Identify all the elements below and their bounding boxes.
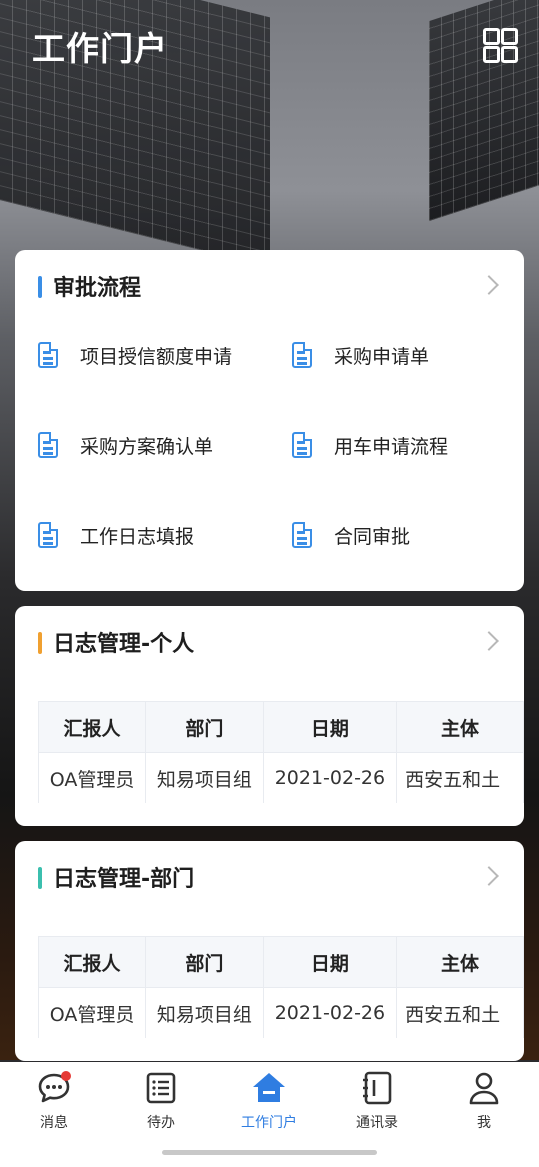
column-header: 汇报人 <box>38 701 147 753</box>
column-header: 日期 <box>262 936 398 988</box>
table-header-row: 汇报人 部门 日期 主体 <box>38 701 524 753</box>
tab-contacts[interactable]: 通讯录 <box>327 1062 427 1142</box>
accent-bar <box>38 867 42 889</box>
log-table-scroll[interactable]: 汇报人 部门 日期 主体 OA管理员 知易项目组 2021-02-26 西安五和… <box>38 936 524 1038</box>
tab-label: 消息 <box>40 1115 68 1131</box>
document-icon <box>38 432 58 458</box>
document-icon <box>38 342 58 368</box>
column-header: 部门 <box>145 701 264 753</box>
column-header: 日期 <box>262 701 398 753</box>
chevron-right-icon[interactable] <box>479 866 499 886</box>
table-cell: 西安五和土 <box>396 987 524 1038</box>
document-icon <box>292 522 312 548</box>
tab-work-portal[interactable]: 工作门户 <box>219 1062 319 1142</box>
log-department-header[interactable]: 日志管理-部门 <box>15 841 524 913</box>
approval-item[interactable]: 项目授信额度申请 <box>38 342 278 382</box>
table-cell: 知易项目组 <box>145 987 264 1038</box>
column-header: 部门 <box>145 936 264 988</box>
log-personal-header[interactable]: 日志管理-个人 <box>15 606 524 678</box>
approval-item[interactable]: 采购申请单 <box>292 342 512 382</box>
card-title: 日志管理-部门 <box>53 867 195 892</box>
document-icon <box>38 522 58 548</box>
approval-item-label: 采购方案确认单 <box>80 436 214 458</box>
table-cell: 2021-02-26 <box>262 752 398 803</box>
chevron-right-icon[interactable] <box>479 275 499 295</box>
tab-label: 待办 <box>147 1115 175 1131</box>
column-header: 汇报人 <box>38 936 147 988</box>
chat-bubble-icon <box>38 1071 71 1103</box>
column-header: 主体 <box>396 701 524 753</box>
approval-item[interactable]: 采购方案确认单 <box>38 432 278 472</box>
document-icon <box>292 342 312 368</box>
table-cell: OA管理员 <box>38 752 147 803</box>
tab-label: 通讯录 <box>356 1115 398 1131</box>
tab-label: 我 <box>477 1115 491 1131</box>
approval-item[interactable]: 用车申请流程 <box>292 432 512 472</box>
tab-label: 工作门户 <box>241 1115 297 1131</box>
log-table-scroll[interactable]: 汇报人 部门 日期 主体 OA管理员 知易项目组 2021-02-26 西安五和… <box>38 701 524 803</box>
table-row[interactable]: OA管理员 知易项目组 2021-02-26 西安五和土 <box>38 987 524 1038</box>
approval-item-label: 用车申请流程 <box>334 436 449 458</box>
accent-bar <box>38 632 42 654</box>
header: 工作门户 <box>0 0 539 86</box>
log-department-card: 日志管理-部门 汇报人 部门 日期 主体 OA管理员 知易项目组 2021-02… <box>15 841 524 1061</box>
table-cell: OA管理员 <box>38 987 147 1038</box>
log-table: 汇报人 部门 日期 主体 OA管理员 知易项目组 2021-02-26 西安五和… <box>38 936 524 1038</box>
approval-item[interactable]: 合同审批 <box>292 522 512 562</box>
home-icon <box>253 1073 285 1102</box>
grid-apps-icon[interactable] <box>483 28 518 63</box>
approval-item-label: 合同审批 <box>334 526 411 548</box>
table-header-row: 汇报人 部门 日期 主体 <box>38 936 524 988</box>
approval-card: 审批流程 项目授信额度申请 采购申请单 采购方案确认单 用车申请流程 工作日志填… <box>15 250 524 591</box>
table-cell: 知易项目组 <box>145 752 264 803</box>
chevron-right-icon[interactable] <box>479 631 499 651</box>
approval-item-label: 工作日志填报 <box>80 526 195 548</box>
tab-messages[interactable]: 消息 <box>4 1062 104 1142</box>
todo-list-icon <box>146 1072 176 1104</box>
tab-me[interactable]: 我 <box>434 1062 534 1142</box>
log-personal-card: 日志管理-个人 汇报人 部门 日期 主体 OA管理员 知易项目组 2021-02… <box>15 606 524 826</box>
contacts-book-icon <box>363 1071 392 1105</box>
accent-bar <box>38 276 42 298</box>
card-title: 日志管理-个人 <box>53 632 195 657</box>
column-header: 主体 <box>396 936 524 988</box>
approval-item[interactable]: 工作日志填报 <box>38 522 278 562</box>
person-icon <box>469 1072 499 1105</box>
table-row[interactable]: OA管理员 知易项目组 2021-02-26 西安五和土 <box>38 752 524 803</box>
home-indicator <box>162 1150 377 1155</box>
page-title: 工作门户 <box>32 29 168 68</box>
table-cell: 西安五和土 <box>396 752 524 803</box>
document-icon <box>292 432 312 458</box>
log-table: 汇报人 部门 日期 主体 OA管理员 知易项目组 2021-02-26 西安五和… <box>38 701 524 803</box>
card-title: 审批流程 <box>53 276 142 301</box>
tab-todo[interactable]: 待办 <box>111 1062 211 1142</box>
approval-item-label: 采购申请单 <box>334 346 430 368</box>
table-cell: 2021-02-26 <box>262 987 398 1038</box>
approval-item-label: 项目授信额度申请 <box>80 346 233 368</box>
approval-card-header[interactable]: 审批流程 <box>15 250 524 322</box>
